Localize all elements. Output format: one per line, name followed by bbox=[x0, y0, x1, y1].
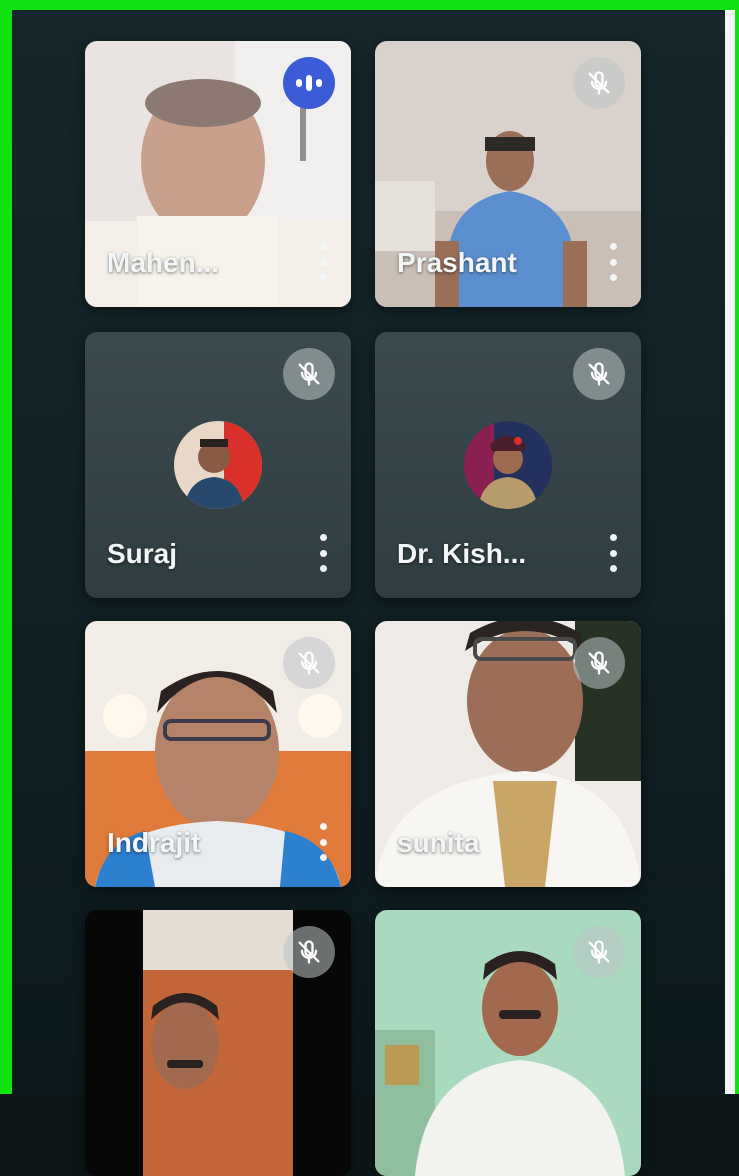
participant-tile[interactable]: Prashant bbox=[375, 41, 641, 307]
more-options-button[interactable] bbox=[603, 823, 623, 861]
participant-name: Dr. Kish... bbox=[397, 538, 527, 569]
participant-avatar bbox=[464, 421, 552, 509]
participant-tile[interactable]: Dr. Kish... bbox=[375, 332, 641, 598]
more-options-button[interactable] bbox=[313, 823, 333, 861]
participant-tile[interactable]: Suraj bbox=[85, 332, 351, 598]
window-edge-strip bbox=[725, 10, 735, 1094]
participant-tile[interactable] bbox=[85, 910, 351, 1176]
participant-name: Mahen... bbox=[107, 247, 220, 278]
speaking-indicator-icon bbox=[283, 57, 335, 109]
participant-name: sunita bbox=[397, 827, 480, 858]
mic-off-icon bbox=[283, 926, 335, 978]
more-options-button[interactable] bbox=[313, 243, 333, 281]
mic-off-icon bbox=[283, 348, 335, 400]
more-options-button[interactable] bbox=[313, 534, 333, 572]
participant-name: Prashant bbox=[397, 247, 517, 278]
participant-tile[interactable]: sunita bbox=[375, 621, 641, 887]
mic-off-icon bbox=[573, 926, 625, 978]
mic-off-icon bbox=[573, 57, 625, 109]
participant-avatar bbox=[174, 421, 262, 509]
participant-tile[interactable]: Mahen... bbox=[85, 41, 351, 307]
participant-tile[interactable]: Indrajit bbox=[85, 621, 351, 887]
mic-off-icon bbox=[573, 637, 625, 689]
mic-off-icon bbox=[573, 348, 625, 400]
more-options-button[interactable] bbox=[603, 243, 623, 281]
participant-name: Suraj bbox=[107, 538, 178, 569]
participant-tile[interactable] bbox=[375, 910, 641, 1176]
participant-name: Indrajit bbox=[107, 827, 201, 858]
meeting-participant-grid: Mahen... Prashant Suraj Dr. Kish... Indr… bbox=[12, 10, 725, 1176]
more-options-button[interactable] bbox=[603, 534, 623, 572]
mic-off-icon bbox=[283, 637, 335, 689]
